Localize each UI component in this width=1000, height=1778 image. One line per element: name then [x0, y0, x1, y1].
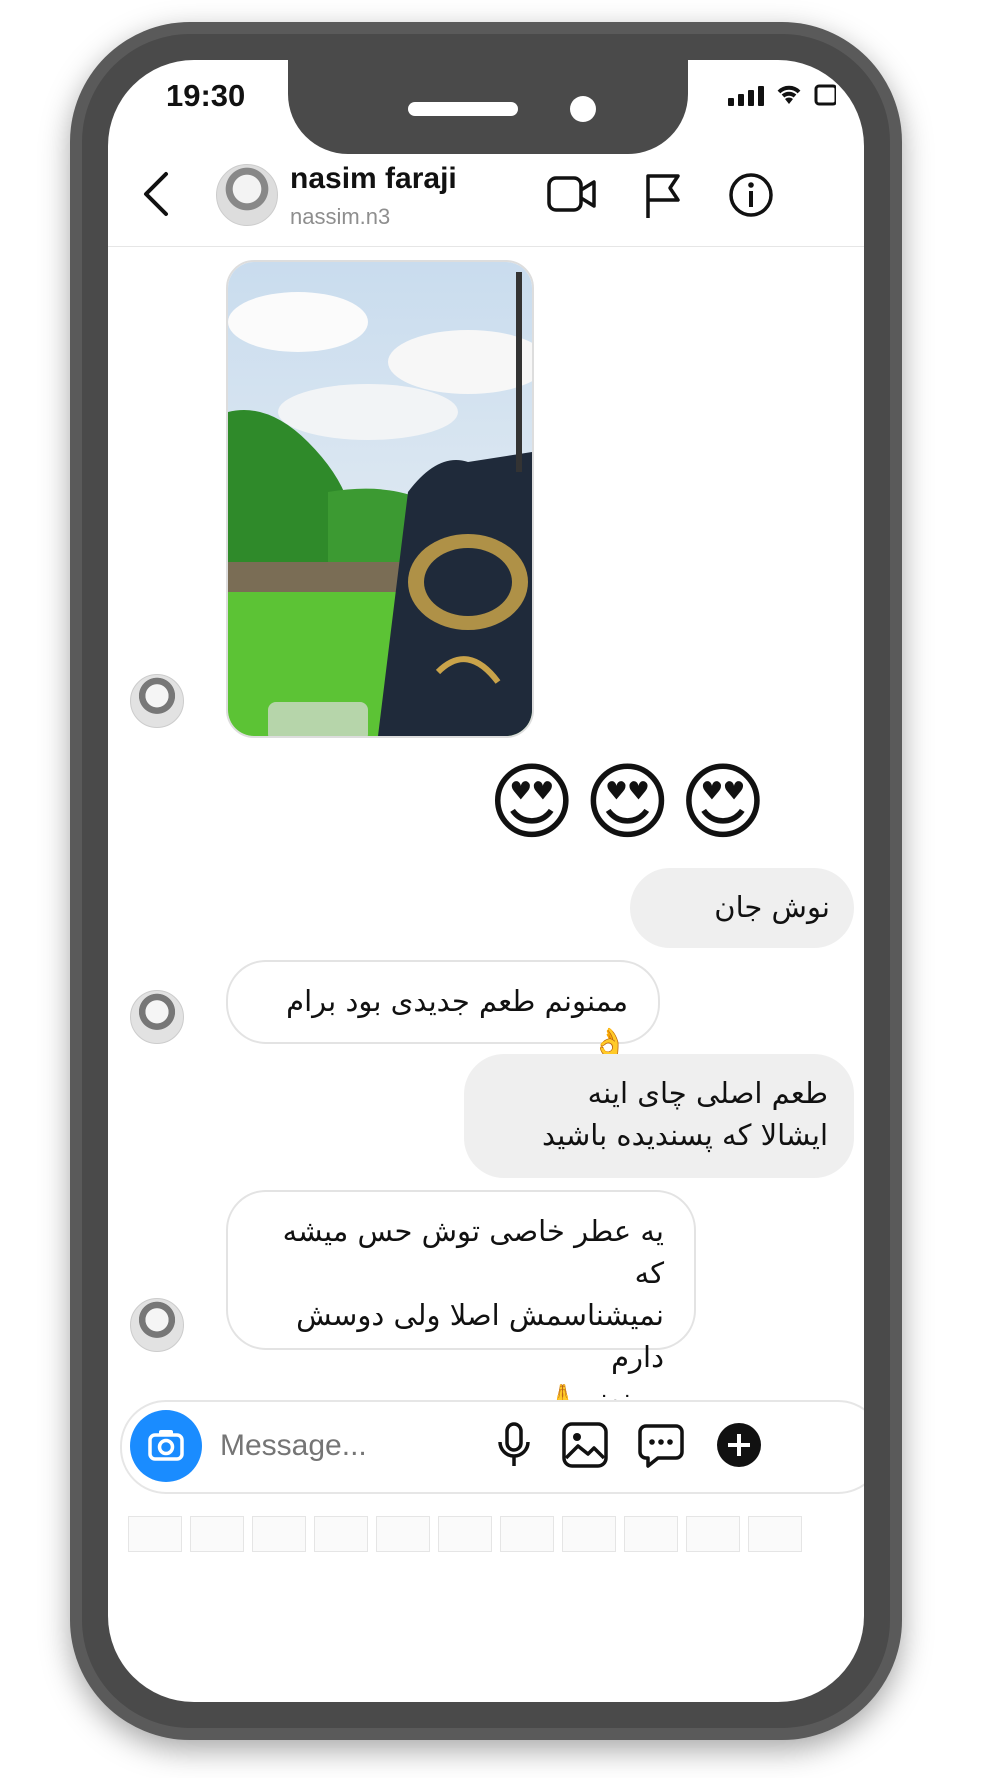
- thumbnail[interactable]: [500, 1516, 554, 1552]
- chat-header: nasim faraji nassim.n3: [108, 142, 864, 247]
- camera-icon: [148, 1430, 184, 1461]
- avatar[interactable]: [130, 674, 184, 728]
- microphone-icon[interactable]: [494, 1420, 534, 1472]
- message-text-line: ایشالا که پسندیده باشید: [542, 1118, 828, 1152]
- gallery-icon[interactable]: [560, 1420, 610, 1470]
- status-icons: [728, 82, 836, 106]
- recent-thumbnails: [108, 1500, 864, 1570]
- thumbnail[interactable]: [128, 1516, 182, 1552]
- thumbnail[interactable]: [252, 1516, 306, 1552]
- message-incoming: یه عطر خاصی توش حس میشه که نمیشناسمش اصل…: [226, 1190, 696, 1416]
- message-composer: [120, 1400, 864, 1494]
- wifi-icon: [777, 85, 801, 104]
- plus-icon[interactable]: [714, 1420, 764, 1470]
- thumbnail[interactable]: [376, 1516, 430, 1552]
- tea-photo-image: [228, 262, 532, 736]
- message-text: نوش جان: [714, 890, 830, 924]
- screen: 19:30 nasim faraji nassim.n3 😍😍😍 نوش جان…: [108, 60, 864, 1702]
- battery-icon: [814, 84, 836, 106]
- phone-frame: 19:30 nasim faraji nassim.n3 😍😍😍 نوش جان…: [70, 22, 902, 1740]
- camera-button[interactable]: [130, 1410, 202, 1482]
- contact-username: nassim.n3: [290, 204, 391, 229]
- thumbnail[interactable]: [314, 1516, 368, 1552]
- message-incoming: ممنونم طعم جدیدی بود برام 👌: [226, 960, 660, 1060]
- front-camera: [570, 96, 596, 122]
- thumbnail[interactable]: [624, 1516, 678, 1552]
- thumbnail[interactable]: [686, 1516, 740, 1552]
- info-icon[interactable]: [728, 172, 774, 218]
- status-time: 19:30: [166, 78, 246, 113]
- avatar[interactable]: [216, 164, 278, 226]
- video-camera-icon[interactable]: [546, 172, 598, 216]
- contact-name[interactable]: nasim faraji: [290, 162, 457, 196]
- avatar[interactable]: [130, 1298, 184, 1352]
- shared-photo[interactable]: [226, 260, 534, 738]
- message-text-line: یه عطر خاصی توش حس میشه که: [282, 1214, 664, 1290]
- message-text-line: طعم اصلی چای اینه: [587, 1076, 828, 1110]
- emoji-message: 😍😍😍: [488, 753, 775, 851]
- message-outgoing: نوش جان: [630, 868, 854, 948]
- speaker: [408, 102, 518, 116]
- thumbnail[interactable]: [748, 1516, 802, 1552]
- message-outgoing: طعم اصلی چای اینه ایشالا که پسندیده باشی…: [464, 1054, 854, 1178]
- cellular-signal-icon: [728, 86, 764, 106]
- message-text-line: نمیشناسمش اصلا ولی دوسش دارم: [296, 1298, 664, 1374]
- chevron-left-icon[interactable]: [136, 166, 176, 222]
- flag-icon[interactable]: [642, 172, 686, 220]
- message-text: ممنونم طعم جدیدی بود برام 👌: [286, 984, 628, 1060]
- notch: [288, 60, 688, 154]
- thumbnail[interactable]: [438, 1516, 492, 1552]
- thumbnail[interactable]: [562, 1516, 616, 1552]
- sticker-icon[interactable]: [636, 1420, 686, 1470]
- thumbnail[interactable]: [190, 1516, 244, 1552]
- message-input[interactable]: [218, 1422, 482, 1470]
- avatar[interactable]: [130, 990, 184, 1044]
